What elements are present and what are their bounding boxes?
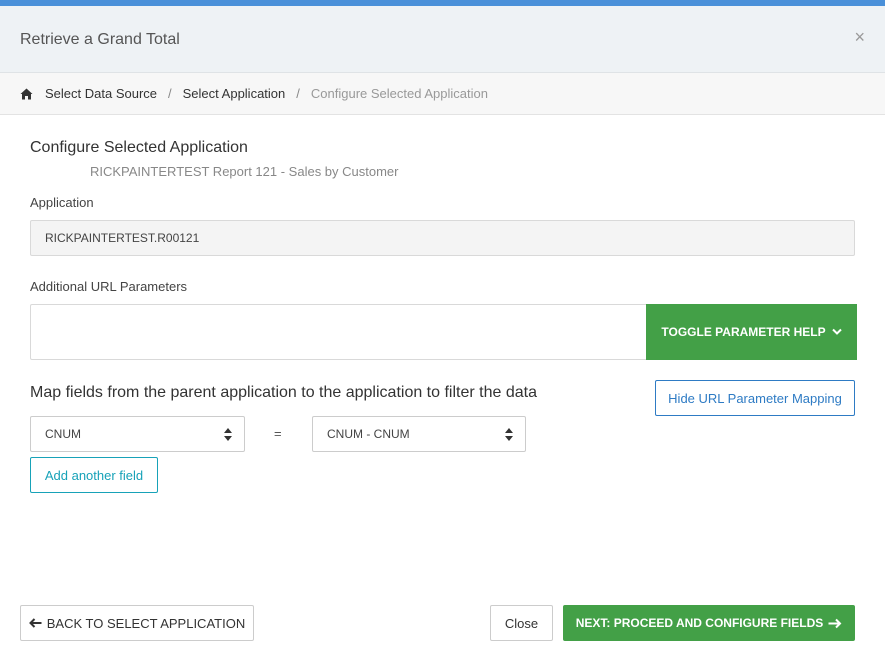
breadcrumb-select-data-source[interactable]: Select Data Source — [45, 86, 157, 101]
child-field-value: CNUM - CNUM — [327, 427, 410, 441]
dialog-title: Retrieve a Grand Total — [20, 31, 180, 48]
back-to-select-application-button[interactable]: BACK TO SELECT APPLICATION — [20, 605, 254, 641]
parent-field-select[interactable]: CNUM — [30, 416, 245, 452]
next-button-label: NEXT: PROCEED AND CONFIGURE FIELDS — [575, 616, 824, 630]
add-another-field-button[interactable]: Add another field — [30, 457, 158, 493]
back-button-label: BACK TO SELECT APPLICATION — [46, 615, 246, 631]
close-button[interactable]: Close — [490, 605, 553, 641]
mapping-instructions: Map fields from the parent application t… — [30, 384, 537, 401]
arrow-left-icon — [28, 618, 42, 628]
arrow-right-icon — [828, 618, 842, 628]
select-arrows-icon — [224, 428, 232, 441]
select-arrows-icon — [505, 428, 513, 441]
toggle-parameter-help-label: TOGGLE PARAMETER HELP — [661, 325, 826, 339]
url-parameters-input[interactable] — [30, 304, 647, 360]
dialog-header: Retrieve a Grand Total × — [0, 6, 885, 73]
next-proceed-configure-fields-button[interactable]: NEXT: PROCEED AND CONFIGURE FIELDS — [563, 605, 855, 641]
home-icon[interactable] — [20, 88, 33, 100]
hide-url-parameter-mapping-button[interactable]: Hide URL Parameter Mapping — [655, 380, 855, 416]
breadcrumb-configure-selected-application: Configure Selected Application — [310, 86, 488, 101]
breadcrumb-separator: / — [296, 86, 300, 101]
section-title: Configure Selected Application — [30, 139, 248, 156]
toggle-parameter-help-button[interactable]: TOGGLE PARAMETER HELP — [646, 304, 857, 360]
parent-field-value: CNUM — [45, 427, 81, 441]
breadcrumb-select-application[interactable]: Select Application — [183, 86, 286, 101]
section-subtitle: RICKPAINTERTEST Report 121 - Sales by Cu… — [90, 164, 399, 179]
equals-sign: = — [274, 426, 282, 441]
child-field-select[interactable]: CNUM - CNUM — [312, 416, 526, 452]
application-label: Application — [30, 195, 94, 210]
breadcrumb: Select Data Source / Select Application … — [0, 73, 885, 115]
chevron-down-icon — [831, 328, 842, 335]
application-field: RICKPAINTERTEST.R00121 — [30, 220, 855, 256]
close-icon[interactable]: × — [854, 28, 865, 46]
breadcrumb-separator: / — [168, 86, 172, 101]
url-parameters-label: Additional URL Parameters — [30, 279, 188, 294]
